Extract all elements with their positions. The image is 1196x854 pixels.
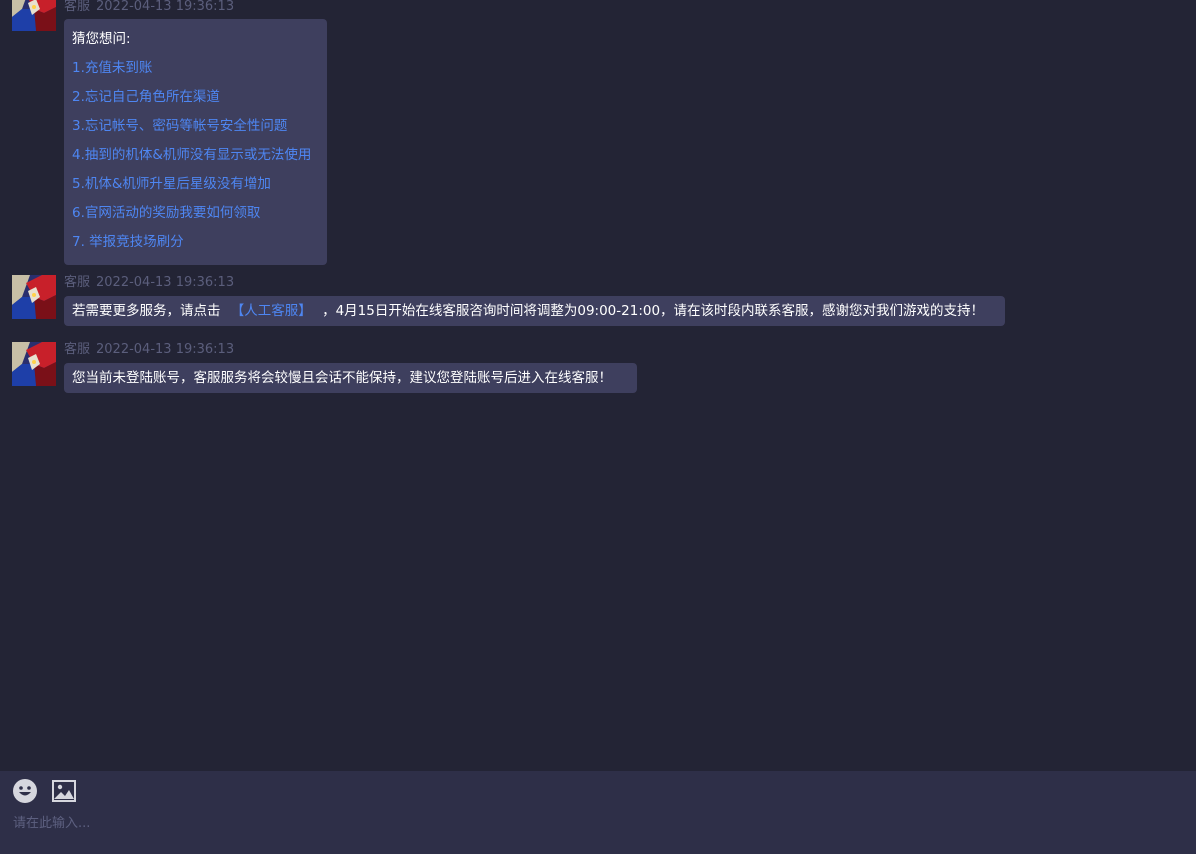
sender-name: 客服	[64, 275, 91, 290]
emoji-icon[interactable]	[12, 778, 38, 804]
message-bubble: 您当前未登陆账号，客服服务将会较慢且会话不能保持，建议您登陆账号后进入在线客服！	[64, 363, 637, 393]
menu-item-star-not-increased[interactable]: 5.机体&机师升星后星级没有增加	[72, 170, 319, 199]
message-meta: 客服 2022-04-13 19:36:13	[64, 342, 234, 358]
menu-item-event-reward[interactable]: 6.官网活动的奖励我要如何领取	[72, 199, 319, 228]
menu-item-forgot-channel[interactable]: 2.忘记自己角色所在渠道	[72, 83, 319, 112]
menu-item-report-arena[interactable]: 7. 举报竞技场刷分	[72, 228, 319, 257]
sender-name: 客服	[64, 0, 91, 14]
human-service-link[interactable]: 【人工客服】	[231, 303, 312, 319]
avatar	[12, 275, 56, 319]
sender-name: 客服	[64, 342, 91, 357]
avatar	[12, 0, 56, 31]
message-bubble: 猜您想问: 1.充值未到账 2.忘记自己角色所在渠道 3.忘记帐号、密码等帐号安…	[64, 19, 327, 265]
message-meta: 客服 2022-04-13 19:36:13	[64, 275, 234, 291]
chat-message-list[interactable]: 客服 2022-04-13 19:36:13 猜您想问: 1.充值未到账 2.忘记…	[0, 0, 1196, 771]
message-text: ，4月15日开始在线客服咨询时间将调整为09:00-21:00，请在该时段内联系…	[322, 303, 985, 319]
menu-item-recharge[interactable]: 1.充值未到账	[72, 54, 319, 83]
timestamp: 2022-04-13 19:36:13	[96, 0, 235, 14]
timestamp: 2022-04-13 19:36:13	[96, 342, 235, 357]
message-composer	[0, 771, 1196, 854]
menu-item-mecha-not-shown[interactable]: 4.抽到的机体&机师没有显示或无法使用	[72, 141, 319, 170]
timestamp: 2022-04-13 19:36:13	[96, 275, 235, 290]
menu-item-account-security[interactable]: 3.忘记帐号、密码等帐号安全性问题	[72, 112, 319, 141]
avatar	[12, 342, 56, 386]
message-text: 您当前未登陆账号，客服服务将会较慢且会话不能保持，建议您登陆账号后进入在线客服！	[72, 370, 612, 386]
image-icon[interactable]	[52, 778, 78, 804]
message-meta: 客服 2022-04-13 19:36:13	[64, 0, 234, 15]
message-bubble: 若需要更多服务，请点击 【人工客服】 ，4月15日开始在线客服咨询时间将调整为0…	[64, 296, 1005, 326]
menu-title: 猜您想问:	[72, 31, 131, 47]
message-text: 若需要更多服务，请点击	[72, 303, 221, 319]
message-input[interactable]	[13, 811, 1183, 835]
